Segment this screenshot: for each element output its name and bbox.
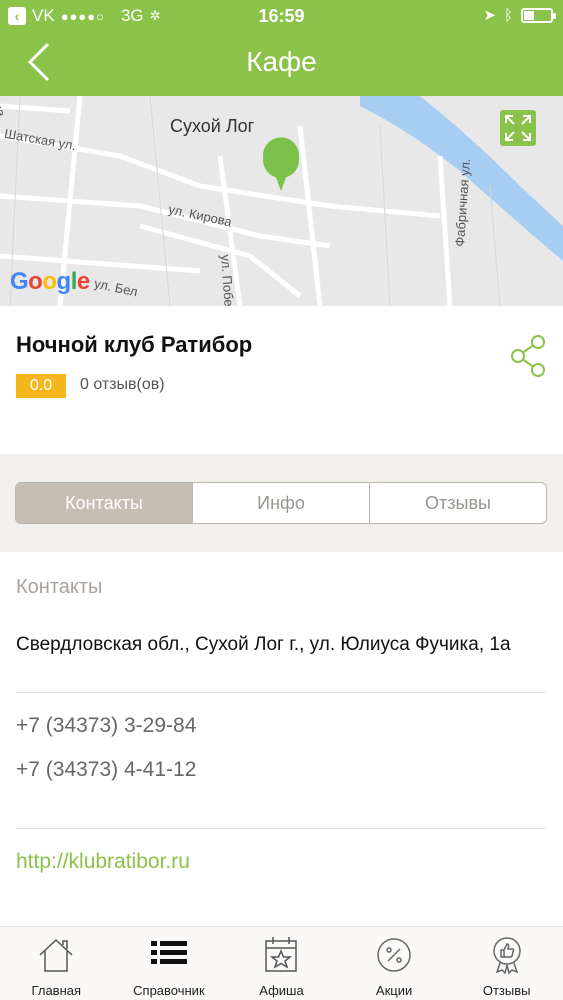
reviews-count[interactable]: 0 отзыв(ов) — [80, 376, 165, 394]
nav-events[interactable]: Афиша — [225, 927, 338, 1000]
list-icon — [150, 941, 187, 964]
nav-directory[interactable]: Справочник — [113, 927, 226, 1000]
website-link[interactable]: http://klubratibor.ru — [16, 850, 190, 874]
phone-link[interactable]: +7 (34373) 3-29-84 — [16, 714, 196, 738]
expand-icon — [505, 115, 531, 141]
segmented-tabs: Контакты Инфо Отзывы — [15, 482, 547, 524]
map-view[interactable]: на Шатская ул. Сухой Лог ул. Кирова Фабр… — [0, 96, 563, 306]
bottom-tab-bar: Главная Справочник Афиша Акции Отзывы — [0, 926, 563, 1000]
location-icon: ➤ — [483, 7, 496, 24]
bluetooth-icon: ᛒ — [503, 6, 513, 24]
address-text: Свердловская обл., Сухой Лог г., ул. Юли… — [16, 634, 511, 655]
nav-label: Главная — [31, 983, 82, 998]
nav-label: Отзывы — [482, 983, 531, 998]
divider — [16, 828, 546, 829]
battery-icon — [521, 7, 556, 23]
tab-contacts[interactable]: Контакты — [16, 483, 193, 523]
map-city-label: Сухой Лог — [170, 116, 255, 136]
status-bar: ‹ VK ●●●●○ 3G ✲ 16:59 ➤ ᛒ — [0, 0, 563, 34]
percent-icon — [377, 938, 411, 972]
calendar-star-icon — [265, 937, 298, 972]
top-bar: ‹ VK ●●●●○ 3G ✲ 16:59 ➤ ᛒ Кафе — [0, 0, 563, 96]
divider — [16, 692, 546, 693]
home-icon — [39, 938, 73, 972]
share-button[interactable] — [508, 334, 548, 383]
nav-label: Справочник — [133, 983, 205, 998]
place-title: Ночной клуб Ратибор — [16, 332, 253, 357]
google-logo: Google — [10, 268, 90, 295]
tab-reviews[interactable]: Отзывы — [370, 483, 546, 523]
place-info: Ночной клуб Ратибор 0.0 0 отзыв(ов) — [0, 306, 563, 454]
clock: 16:59 — [258, 6, 305, 26]
nav-promotions[interactable]: Акции — [338, 927, 451, 1000]
section-title: Контакты — [16, 576, 103, 598]
contacts-section: Контакты Свердловская обл., Сухой Лог г.… — [0, 552, 563, 926]
tabs-area: Контакты Инфо Отзывы — [0, 454, 563, 552]
nav-label: Акции — [375, 983, 413, 998]
map-pin-icon — [263, 137, 299, 191]
page-title: Кафе — [246, 46, 317, 77]
tab-info[interactable]: Инфо — [193, 483, 370, 523]
thumbs-up-badge-icon — [492, 937, 521, 975]
nav-label: Афиша — [259, 983, 304, 998]
rating-badge: 0.0 — [16, 374, 66, 398]
expand-map-button[interactable] — [500, 110, 536, 146]
nav-reviews[interactable]: Отзывы — [450, 927, 563, 1000]
phone-link[interactable]: +7 (34373) 4-41-12 — [16, 758, 196, 782]
nav-home[interactable]: Главная — [0, 927, 113, 1000]
share-icon — [511, 335, 545, 377]
